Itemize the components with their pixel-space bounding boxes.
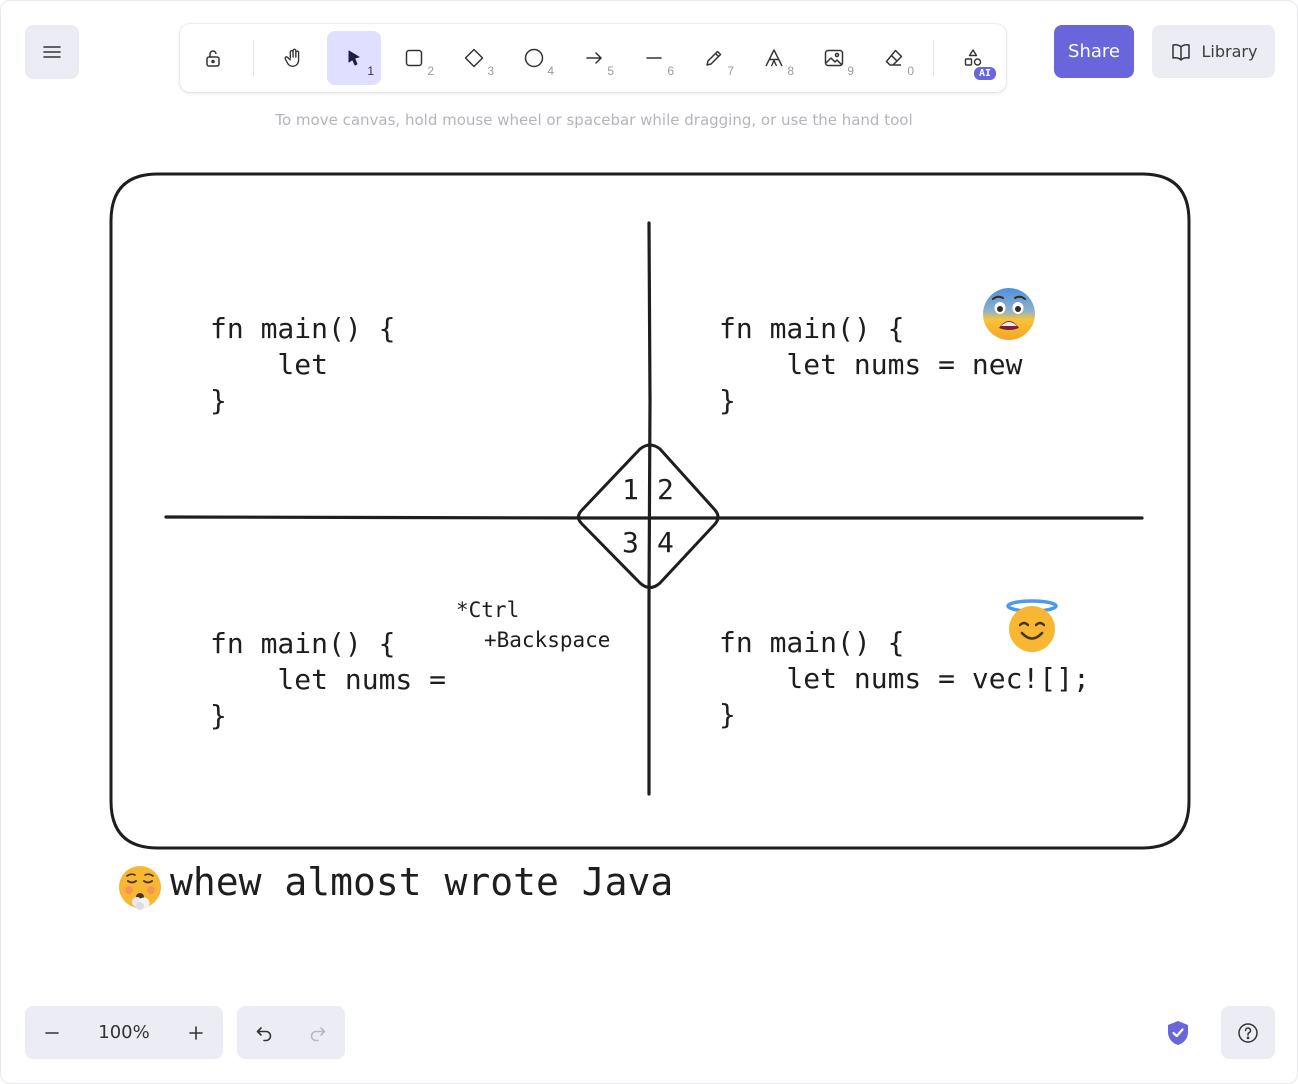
code-snippet-2[interactable]: fn main() { let nums = new } bbox=[719, 311, 1022, 419]
diamond-label-4[interactable]: 4 bbox=[657, 526, 674, 559]
diamond-label-1[interactable]: 1 bbox=[622, 473, 639, 506]
history-controls bbox=[237, 1006, 345, 1059]
zoom-in-button[interactable] bbox=[169, 1006, 223, 1059]
diamond-label-2[interactable]: 2 bbox=[657, 473, 674, 506]
undo-button[interactable] bbox=[237, 1006, 291, 1059]
help-button[interactable] bbox=[1221, 1006, 1275, 1059]
plus-icon bbox=[189, 1025, 203, 1040]
canvas-drawing bbox=[109, 172, 1191, 850]
redo-button[interactable] bbox=[291, 1006, 345, 1059]
diamond-label-3[interactable]: 3 bbox=[622, 526, 639, 559]
encryption-shield-icon[interactable] bbox=[1164, 1019, 1192, 1047]
question-circle-icon bbox=[1238, 1022, 1258, 1043]
horizontal-divider-line bbox=[164, 515, 1144, 520]
fearful-face-emoji[interactable] bbox=[981, 286, 1037, 342]
zoom-controls: 100% bbox=[25, 1006, 223, 1059]
undo-icon bbox=[256, 1026, 272, 1041]
redo-icon bbox=[310, 1026, 326, 1041]
exhaling-face-emoji[interactable] bbox=[117, 864, 163, 910]
shortcut-note-ctrl[interactable]: *Ctrl bbox=[456, 598, 519, 622]
zoom-level-button[interactable]: 100% bbox=[79, 1006, 169, 1059]
halo-face-emoji[interactable] bbox=[1004, 598, 1060, 654]
code-snippet-1[interactable]: fn main() { let } bbox=[210, 311, 395, 419]
zoom-out-button[interactable] bbox=[25, 1006, 79, 1059]
code-snippet-3[interactable]: fn main() { let nums = } bbox=[210, 626, 446, 734]
shortcut-note-backspace[interactable]: +Backspace bbox=[484, 628, 610, 652]
caption-text[interactable]: whew almost wrote Java bbox=[170, 860, 673, 904]
minus-icon bbox=[45, 1031, 59, 1034]
vertical-divider-line bbox=[647, 221, 652, 796]
